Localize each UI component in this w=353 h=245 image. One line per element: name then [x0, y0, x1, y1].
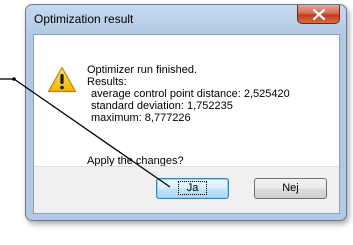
result-line: average control point distance: 2,525420 — [91, 88, 290, 100]
no-button[interactable]: Nej — [254, 178, 327, 199]
message-heading: Optimizer run finished. — [87, 64, 198, 76]
title-bar[interactable]: Optimization result — [26, 5, 346, 32]
message-text: Optimizer run finished. Results: average… — [87, 64, 290, 124]
yes-button[interactable]: Ja — [156, 178, 229, 199]
results-label: Results: — [87, 76, 127, 88]
window-title: Optimization result — [34, 12, 134, 26]
yes-button-label: Ja — [177, 181, 208, 195]
close-button[interactable] — [297, 5, 340, 24]
close-icon — [313, 9, 325, 20]
dialog-window: Optimization result Optimizer run finish… — [25, 4, 347, 221]
result-line: maximum: 8,777226 — [91, 112, 191, 124]
result-line: standard deviation: 1,752235 — [91, 100, 233, 112]
pointer-dot — [12, 77, 16, 81]
dialog-body: Optimizer run finished. Results: average… — [33, 34, 340, 214]
warning-icon — [47, 66, 77, 93]
